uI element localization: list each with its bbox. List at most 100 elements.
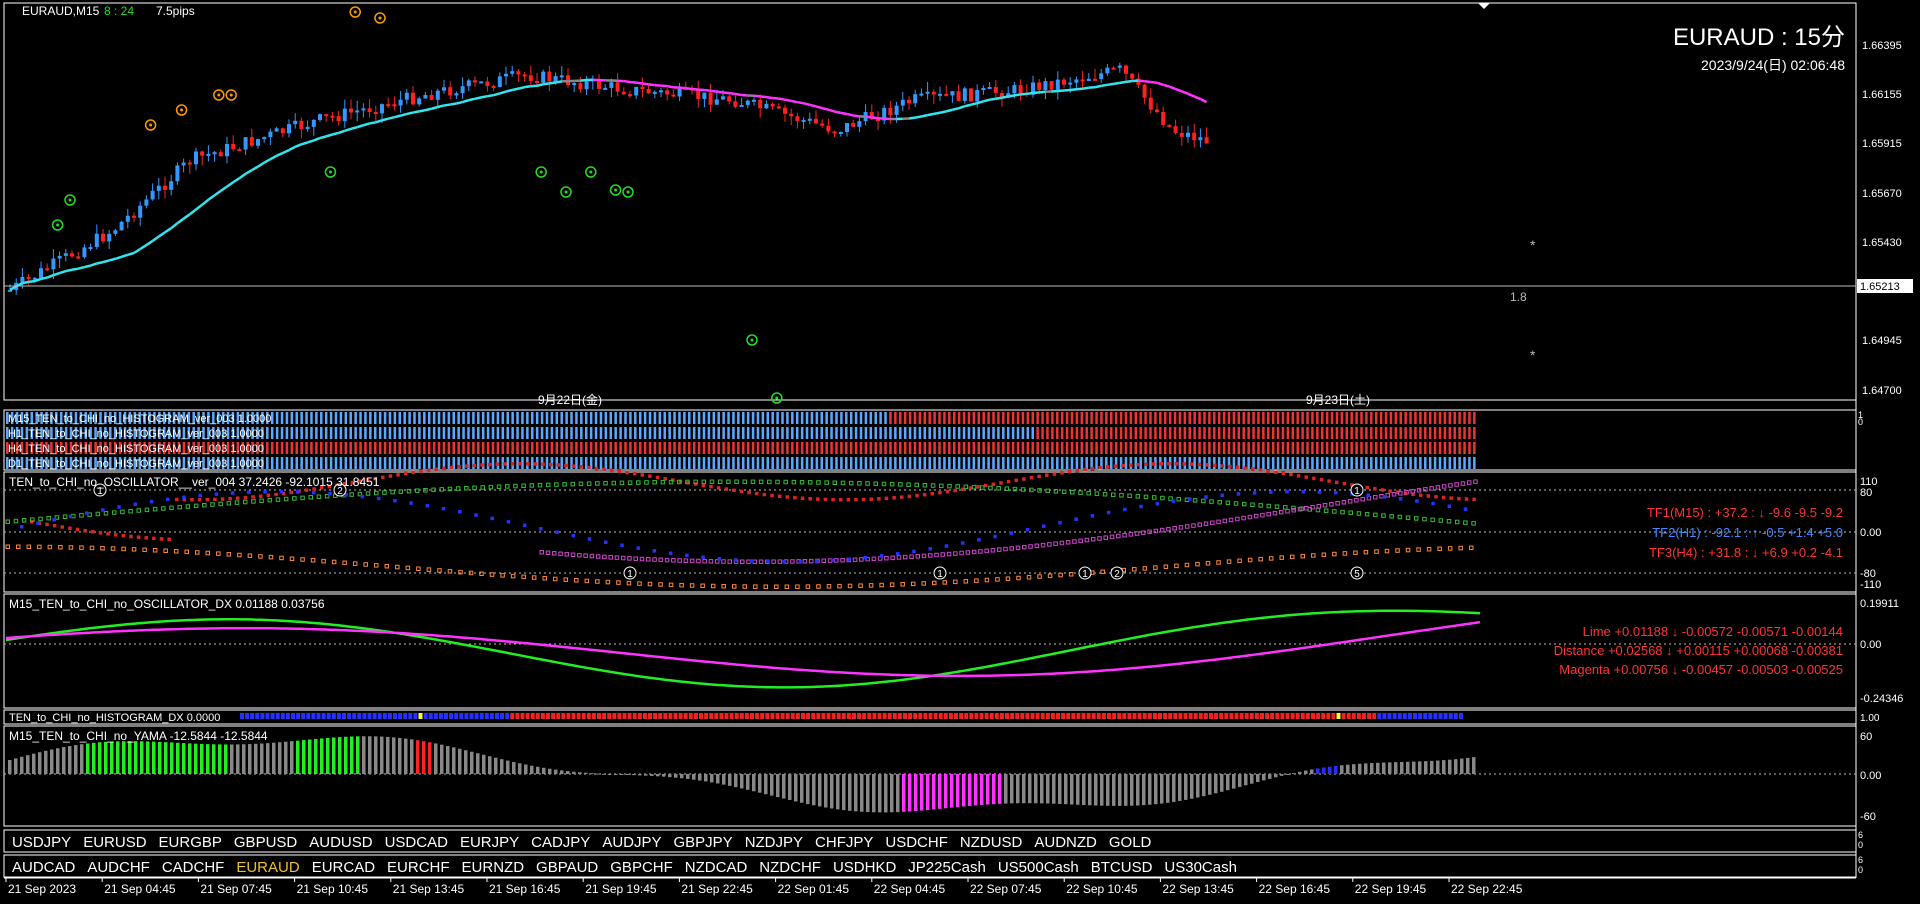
symbol-tab-audnzd[interactable]: AUDNZD <box>1028 834 1103 851</box>
hist-strip-bar <box>1267 442 1270 454</box>
osc-point <box>558 551 563 557</box>
symbol-tab-us30cash[interactable]: US30Cash <box>1158 859 1243 876</box>
symbol-tab-audusd[interactable]: AUDUSD <box>303 834 378 851</box>
moving-average-line <box>815 105 823 110</box>
symbol-tab-gbpjpy[interactable]: GBPJPY <box>668 834 739 851</box>
hist-strip-bar <box>825 412 828 424</box>
symbol-tab-gbpusd[interactable]: GBPUSD <box>228 834 303 851</box>
osc-point <box>747 490 751 495</box>
hist-strip-bar <box>369 427 372 439</box>
hist-strip-bar <box>634 442 637 454</box>
hist-strip-bar <box>1394 442 1398 454</box>
candle-body <box>665 90 670 95</box>
hist-dx-bar <box>296 713 301 719</box>
symbol-tab-nzdchf[interactable]: NZDCHF <box>753 859 827 876</box>
symbol-tab-chfjpy[interactable]: CHFJPY <box>809 834 879 851</box>
candle-body <box>460 86 465 94</box>
osc-point <box>655 475 660 480</box>
hist-dx-bar <box>311 713 316 719</box>
moving-average-line <box>443 103 451 107</box>
hist-strip-bar <box>1046 442 1049 454</box>
hist-strip-bar <box>918 427 922 439</box>
hist-dx-bar <box>892 713 897 719</box>
moving-average-line <box>629 80 637 84</box>
shift-marker-icon[interactable] <box>1478 3 1490 9</box>
hist-strip-bar <box>1085 427 1088 439</box>
symbol-tab-audchf[interactable]: AUDCHF <box>81 859 156 876</box>
chart-canvas[interactable]: 1 21 1 1 215 1.65213 1.8 * * EURAUD,M15 8 : … <box>0 0 1920 904</box>
hist-strip-bar <box>908 442 912 454</box>
symbol-tab-euraud[interactable]: EURAUD <box>230 859 305 876</box>
osc-point <box>556 463 561 467</box>
symbol-tab-cadchf[interactable]: CADCHF <box>156 859 231 876</box>
symbol-tab-nzdcad[interactable]: NZDCAD <box>679 859 754 876</box>
osc-point <box>646 557 651 562</box>
symbol-tab-audcad[interactable]: AUDCAD <box>6 859 81 876</box>
symbol-tab-us500cash[interactable]: US500Cash <box>992 859 1085 876</box>
candle-body <box>652 91 657 94</box>
hist-strip-bar <box>791 442 794 454</box>
symbol-tab-usdjpy[interactable]: USDJPY <box>6 834 77 851</box>
moving-average-line <box>294 143 302 148</box>
osc-point <box>945 489 950 494</box>
hist-strip-bar <box>462 412 465 424</box>
osc-point <box>1448 483 1453 488</box>
symbol-tab-audjpy[interactable]: AUDJPY <box>596 834 667 851</box>
symbol-tab-gold[interactable]: GOLD <box>1103 834 1158 851</box>
symbol-tab-eurchf[interactable]: EURCHF <box>381 859 456 876</box>
symbol-tab-eurusd[interactable]: EURUSD <box>77 834 152 851</box>
symbol-tab-gbpchf[interactable]: GBPCHF <box>604 859 679 876</box>
hist-strip-bar <box>742 412 745 424</box>
hist-strip-bar <box>545 457 549 469</box>
hist-strip-bar <box>849 427 853 439</box>
symbol-tab-nzdusd[interactable]: NZDUSD <box>954 834 1029 851</box>
osc-point <box>58 544 63 550</box>
hist-strip-bar <box>1296 427 1299 439</box>
hist-strip-bar <box>1193 442 1196 454</box>
osc-point <box>1159 462 1163 466</box>
symbol-tab-eurgbp[interactable]: EURGBP <box>153 834 228 851</box>
yama-bar <box>1430 760 1434 774</box>
yama-bar <box>1310 769 1314 774</box>
moving-average-line <box>474 96 482 101</box>
symbol-tab-usdcad[interactable]: USDCAD <box>379 834 454 851</box>
candle-body <box>212 152 217 155</box>
hist-strip-bar <box>835 412 838 424</box>
moving-average-line <box>1070 87 1077 92</box>
hist-strip-bar <box>913 442 917 454</box>
hist-strip-bar <box>423 412 426 424</box>
osc-point <box>1405 515 1411 520</box>
hist-strip-bar <box>668 457 671 469</box>
hist-dx-bar <box>1081 713 1086 719</box>
hist-strip-bar <box>1193 412 1196 424</box>
hist-strip-bar <box>496 442 500 454</box>
symbol-tab-eurnzd[interactable]: EURNZD <box>456 859 531 876</box>
osc-point <box>1204 495 1208 499</box>
osc-point <box>734 479 739 485</box>
symbol-tab-eurcad[interactable]: EURCAD <box>306 859 381 876</box>
symbol-tab-usdhkd[interactable]: USDHKD <box>827 859 902 876</box>
symbol-tab-eurjpy[interactable]: EURJPY <box>454 834 525 851</box>
hist-strip-bar <box>609 457 613 469</box>
yama-panel[interactable] <box>3 725 1857 827</box>
hist-strip-bar <box>791 457 794 469</box>
wl-scale: 6 <box>1858 855 1863 865</box>
symbol-tab-jp225cash[interactable]: JP225Cash <box>902 859 992 876</box>
yama-bar <box>956 774 960 808</box>
yama-bar <box>560 770 564 774</box>
hist-dx-bar <box>678 713 683 719</box>
hist-strip-bar <box>1360 457 1363 469</box>
yama-bar <box>1046 774 1050 804</box>
osc-point <box>995 577 1000 582</box>
hist-strip-bar <box>1100 427 1103 439</box>
candle-body <box>231 143 236 150</box>
symbol-tab-usdchf[interactable]: USDCHF <box>879 834 954 851</box>
symbol-tab-cadjpy[interactable]: CADJPY <box>525 834 596 851</box>
candle-body <box>249 137 254 146</box>
symbol-tab-btcusd[interactable]: BTCUSD <box>1085 859 1159 876</box>
hist-strip-bar <box>928 457 931 469</box>
main-price-panel[interactable] <box>3 2 1857 401</box>
symbol-tab-gbpaud[interactable]: GBPAUD <box>530 859 604 876</box>
symbol-tab-nzdjpy[interactable]: NZDJPY <box>739 834 809 851</box>
hist-strip-bar <box>1051 442 1054 454</box>
